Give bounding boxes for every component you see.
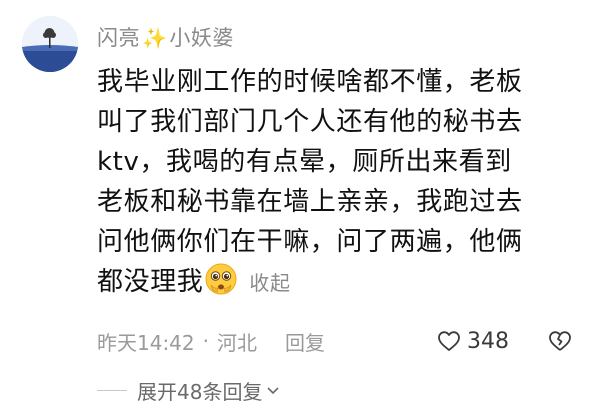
reply-button[interactable]: 回复 xyxy=(285,327,325,356)
comment-body: 我毕业刚工作的时候啥都不懂，老板 叫了我们部门几个人还有他的秘书去 ktv，我喝… xyxy=(97,62,577,303)
username-part1: 闪亮 xyxy=(97,26,140,50)
expand-replies-label: 展开48条回复 xyxy=(137,379,263,404)
username[interactable]: 闪亮 ✨小妖婆 xyxy=(97,22,234,52)
comment-line: 老板和秘书靠在墙上亲亲，我跑过去 xyxy=(97,187,523,217)
meta-separator: · xyxy=(202,329,209,353)
collapse-button[interactable]: 收起 xyxy=(249,271,290,295)
broken-heart-icon xyxy=(549,331,571,351)
username-part2: 小妖婆 xyxy=(169,26,234,50)
chevron-down-icon xyxy=(267,387,280,395)
timestamp: 昨天14:42 xyxy=(97,330,195,355)
comment-meta: 昨天14:42 · 河北 回复 xyxy=(97,326,325,356)
divider-line xyxy=(97,389,127,391)
expand-replies[interactable]: 展开48条回复 xyxy=(97,375,280,405)
avatar-image xyxy=(22,16,78,72)
pleading-face-icon xyxy=(205,263,237,295)
heart-icon xyxy=(438,331,460,351)
avatar[interactable] xyxy=(22,16,78,72)
dislike-button[interactable] xyxy=(548,329,572,357)
comment-line: ktv，我喝的有点晕，厕所出来看到 xyxy=(97,147,512,177)
comment-line: 都没理我 xyxy=(97,267,204,297)
like-count: 348 xyxy=(467,328,509,354)
sparkle-icon: ✨ xyxy=(142,26,168,50)
comment-line: 叫了我们部门几个人还有他的秘书去 xyxy=(97,107,523,137)
comment-line: 问他俩你们在干嘛，问了两遍，他俩 xyxy=(97,227,523,257)
location: 河北 xyxy=(217,330,257,355)
comment-last-line: 都没理我 收起 xyxy=(97,262,577,303)
like-button[interactable]: 348 xyxy=(437,326,509,356)
comment-line: 我毕业刚工作的时候啥都不懂，老板 xyxy=(97,67,523,97)
